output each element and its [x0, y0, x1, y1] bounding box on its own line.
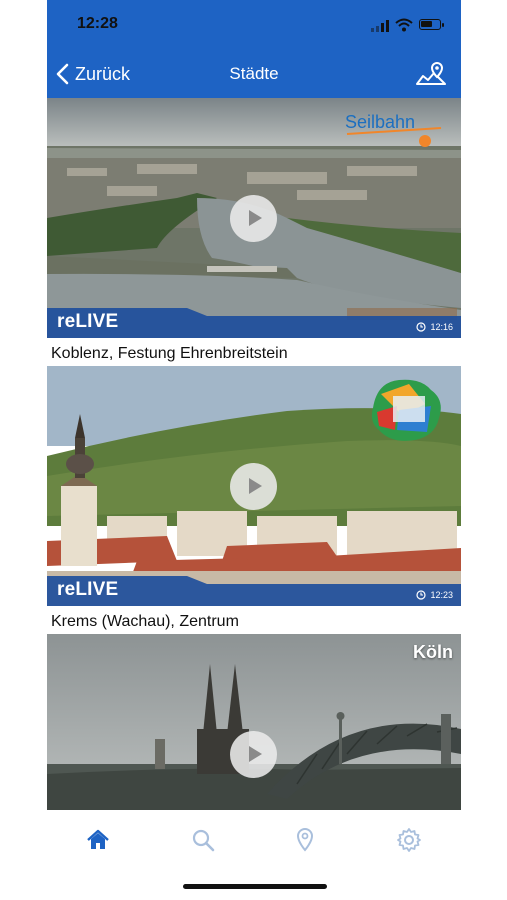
tab-settings[interactable]	[389, 824, 429, 856]
relive-label: reLIVE	[57, 579, 119, 600]
status-icons	[371, 18, 444, 32]
relive-banner: reLIVE 12:23	[47, 576, 461, 606]
play-button[interactable]	[230, 731, 277, 778]
page-title: Städte	[229, 64, 279, 83]
webcam-thumbnail[interactable]: reLIVE 12:23	[47, 366, 461, 606]
gear-icon	[397, 828, 421, 852]
map-icon[interactable]	[415, 60, 447, 88]
status-bar: 12:28	[47, 0, 461, 48]
play-button[interactable]	[230, 463, 277, 510]
svg-text:Seilbahn: Seilbahn	[345, 112, 415, 132]
tab-bar	[47, 810, 461, 870]
search-icon	[192, 829, 215, 852]
status-time: 12:28	[77, 15, 118, 32]
header: 12:28 Zurück Städte	[47, 0, 461, 98]
tab-map[interactable]	[285, 824, 325, 856]
app-screen: 12:28 Zurück Städte Seilbahn reLIVE 12:1…	[0, 0, 507, 900]
seilbahn-logo: Seilbahn	[341, 106, 449, 148]
wifi-icon	[395, 18, 413, 32]
webcam-title[interactable]: Krems (Wachau), Zentrum	[51, 613, 239, 631]
battery-icon	[419, 19, 444, 30]
nav-bar: Zurück Städte	[47, 52, 461, 96]
webcam-image	[47, 634, 461, 810]
tab-search[interactable]	[183, 824, 223, 856]
relive-banner: reLIVE 12:16	[47, 308, 461, 338]
wachau-logo-graphic	[371, 379, 441, 441]
relive-time: 12:23	[416, 590, 453, 600]
page: 12:28 Zurück Städte Seilbahn reLIVE 12:1…	[47, 0, 461, 900]
relive-time: 12:16	[416, 322, 453, 332]
home-icon	[87, 829, 109, 849]
location-pin-icon	[296, 827, 314, 852]
signal-icon	[371, 20, 389, 32]
relive-time-text: 12:23	[430, 590, 453, 600]
webcam-thumbnail[interactable]: Köln	[47, 634, 461, 810]
clock-icon	[416, 322, 427, 332]
tab-home[interactable]	[78, 824, 118, 856]
seilbahn-logo-graphic: Seilbahn	[345, 112, 442, 147]
relive-label: reLIVE	[57, 311, 119, 332]
relive-time-text: 12:16	[430, 322, 453, 332]
city-label: Köln	[413, 642, 453, 662]
home-indicator[interactable]	[183, 884, 327, 889]
clock-icon	[416, 590, 427, 600]
webcam-title[interactable]: Koblenz, Festung Ehrenbreitstein	[51, 345, 288, 363]
play-button[interactable]	[230, 195, 277, 242]
webcam-thumbnail[interactable]: Seilbahn reLIVE 12:16	[47, 98, 461, 338]
wachau-logo	[369, 376, 447, 446]
